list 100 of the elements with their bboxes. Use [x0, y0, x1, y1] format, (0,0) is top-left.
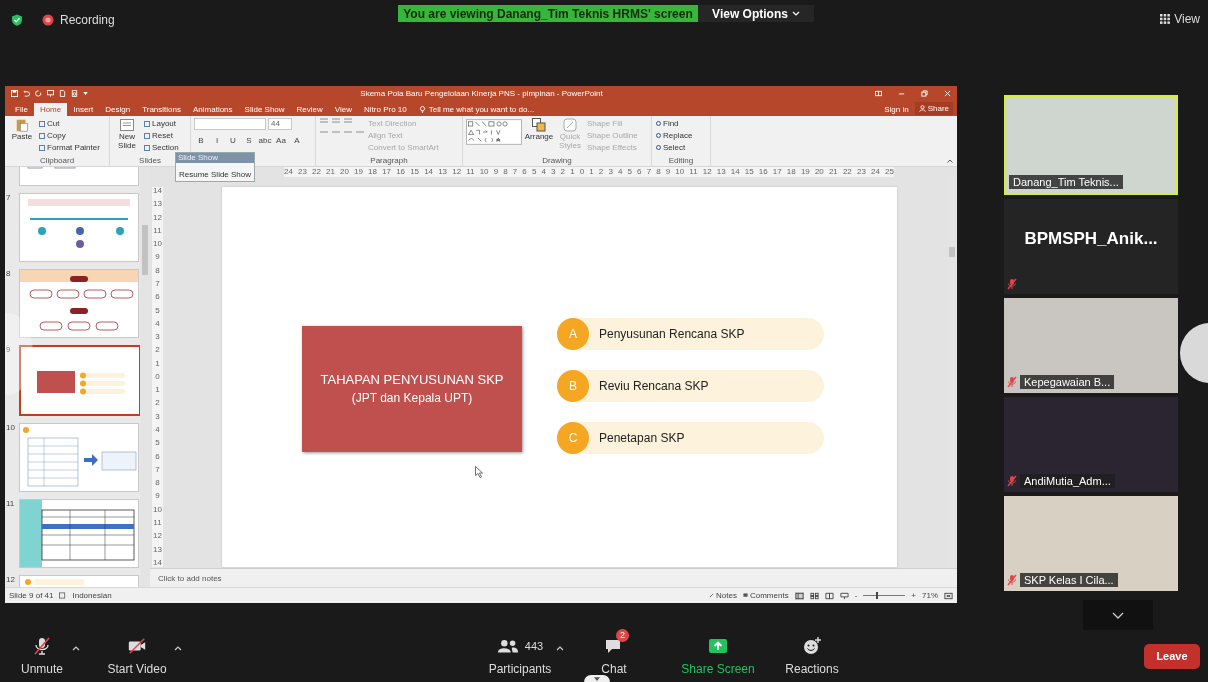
- new-slide-button[interactable]: New Slide: [113, 118, 141, 156]
- ruler-number: 19: [800, 168, 810, 176]
- toolbar-collapse-tab[interactable]: [584, 675, 610, 682]
- chat-button[interactable]: Chat 2: [594, 629, 634, 676]
- spelling-icon[interactable]: [59, 592, 67, 599]
- ruler-number: 24: [284, 168, 293, 176]
- notes-pane[interactable]: Click to add notes: [150, 568, 957, 587]
- ruler-number: 6: [155, 293, 160, 302]
- slide-subtitle: (JPT dan Kepala UPT): [351, 391, 473, 406]
- sign-in-link[interactable]: Sign in: [884, 103, 909, 116]
- restore-icon[interactable]: [921, 89, 928, 97]
- shapes-gallery-drawing[interactable]: [466, 118, 522, 146]
- ribbon-tab[interactable]: Review: [290, 103, 329, 116]
- tell-me-field[interactable]: Tell me what you want to do...: [428, 105, 535, 114]
- language-label[interactable]: Indonesian: [72, 591, 112, 600]
- normal-view-icon[interactable]: [794, 591, 804, 600]
- ruler-number: 7: [646, 168, 652, 176]
- ruler-number: 12: [702, 168, 712, 176]
- chevron-down-icon: [1112, 611, 1124, 619]
- font-format-button[interactable]: I: [210, 135, 224, 146]
- participants-button[interactable]: 443 Participants: [484, 636, 556, 676]
- slideshow-view-icon[interactable]: [839, 591, 849, 600]
- unmute-button[interactable]: Unmute: [12, 636, 72, 676]
- font-format-button[interactable]: Aa: [274, 135, 288, 146]
- font-format-button[interactable]: B: [194, 135, 208, 146]
- step-text: Penyusunan Rencana SKP: [599, 326, 745, 341]
- document-icon[interactable]: [59, 89, 66, 97]
- ribbon-tab[interactable]: Design: [99, 103, 137, 116]
- presentation-icon[interactable]: [47, 89, 54, 97]
- slide-thumbnail[interactable]: [19, 345, 140, 416]
- close-icon[interactable]: [944, 89, 951, 97]
- people-icon: [496, 638, 519, 654]
- reading-view-icon[interactable]: [824, 591, 834, 600]
- slide-thumbnail[interactable]: [19, 269, 139, 338]
- zoom-thumb[interactable]: [875, 592, 878, 599]
- scrollbar-thumb[interactable]: [142, 225, 148, 275]
- scrollbar-thumb[interactable]: [949, 246, 955, 257]
- step-text: Penetapan SKP: [599, 430, 685, 445]
- save-icon[interactable]: [11, 89, 18, 97]
- collapse-ribbon-icon[interactable]: [947, 159, 953, 163]
- redo-icon[interactable]: [35, 89, 42, 97]
- comments-button[interactable]: Comments: [742, 591, 789, 600]
- notes-button[interactable]: Notes: [709, 591, 737, 600]
- share-screen-button[interactable]: Share Screen: [678, 636, 758, 676]
- view-options-button[interactable]: View Options: [698, 5, 814, 22]
- zoom-percent[interactable]: 71%: [922, 591, 938, 600]
- brush-icon: [563, 118, 577, 132]
- caret-icon[interactable]: [556, 646, 564, 651]
- ribbon-tab[interactable]: File: [9, 103, 34, 116]
- start-video-button[interactable]: Start Video: [100, 636, 174, 676]
- font-format-button[interactable]: S: [242, 135, 256, 146]
- slide-number: 8: [6, 269, 11, 278]
- ribbon-tab[interactable]: Home: [33, 103, 68, 116]
- undo-icon[interactable]: [23, 89, 30, 97]
- ribbon-tab[interactable]: Insert: [67, 103, 100, 116]
- ruler-number: 13: [438, 168, 448, 176]
- muted-mic-icon: [32, 636, 52, 656]
- shield-icon[interactable]: [11, 14, 23, 26]
- reactions-button[interactable]: Reactions: [782, 636, 842, 676]
- view-button[interactable]: View: [1160, 12, 1200, 26]
- font-format-button[interactable]: abc: [258, 135, 272, 146]
- dropdown-icon[interactable]: [83, 91, 88, 95]
- ribbon-tab[interactable]: Slide Show: [238, 103, 291, 116]
- resume-slideshow-button[interactable]: Resume Slide Show: [176, 168, 255, 181]
- ribbon-tab[interactable]: View: [328, 103, 359, 116]
- leave-button[interactable]: Leave: [1144, 643, 1200, 669]
- font-format-button[interactable]: U: [226, 135, 240, 146]
- ribbon-tab[interactable]: Animations: [187, 103, 239, 116]
- ribbon-tab[interactable]: Nitro Pro 10: [358, 103, 413, 116]
- clipboard-command[interactable]: Format Painter: [39, 142, 100, 153]
- editing-command[interactable]: Select: [655, 142, 693, 153]
- font-name-field[interactable]: [194, 118, 266, 130]
- font-size-field[interactable]: 44: [268, 118, 292, 130]
- clipboard-command[interactable]: Cut: [39, 118, 100, 129]
- sorter-view-icon[interactable]: [809, 591, 819, 600]
- print-preview-icon[interactable]: [71, 89, 78, 97]
- list-buttons-drawing: [319, 118, 365, 133]
- slide-thumbnail[interactable]: [19, 423, 139, 492]
- editing-command[interactable]: Replace: [655, 130, 693, 141]
- slide-thumbnail[interactable]: [19, 193, 139, 262]
- arrange-button[interactable]: Arrange: [525, 118, 553, 156]
- ruler-number: 8: [656, 168, 661, 176]
- ruler-number: 14: [153, 558, 162, 567]
- slides-command[interactable]: Section: [144, 142, 179, 153]
- slide-thumbnail[interactable]: [19, 499, 139, 568]
- caret-icon[interactable]: [72, 646, 80, 651]
- share-button[interactable]: Share: [914, 102, 953, 115]
- zoom-out-button[interactable]: -: [854, 591, 858, 600]
- clipboard-command[interactable]: Copy: [39, 130, 100, 141]
- fit-slide-icon[interactable]: [944, 591, 953, 600]
- font-format-button[interactable]: A: [290, 135, 304, 146]
- slides-command[interactable]: Layout: [144, 118, 179, 129]
- ribbon-display-icon[interactable]: [875, 89, 882, 97]
- ruler-number: 15: [744, 168, 754, 176]
- caret-icon[interactable]: [174, 646, 182, 651]
- editing-command[interactable]: Find: [655, 118, 693, 129]
- slides-command[interactable]: Reset: [144, 130, 179, 141]
- paste-button[interactable]: Paste: [8, 118, 36, 156]
- zoom-in-button[interactable]: +: [911, 591, 916, 600]
- ribbon-tab[interactable]: Transitions: [136, 103, 187, 116]
